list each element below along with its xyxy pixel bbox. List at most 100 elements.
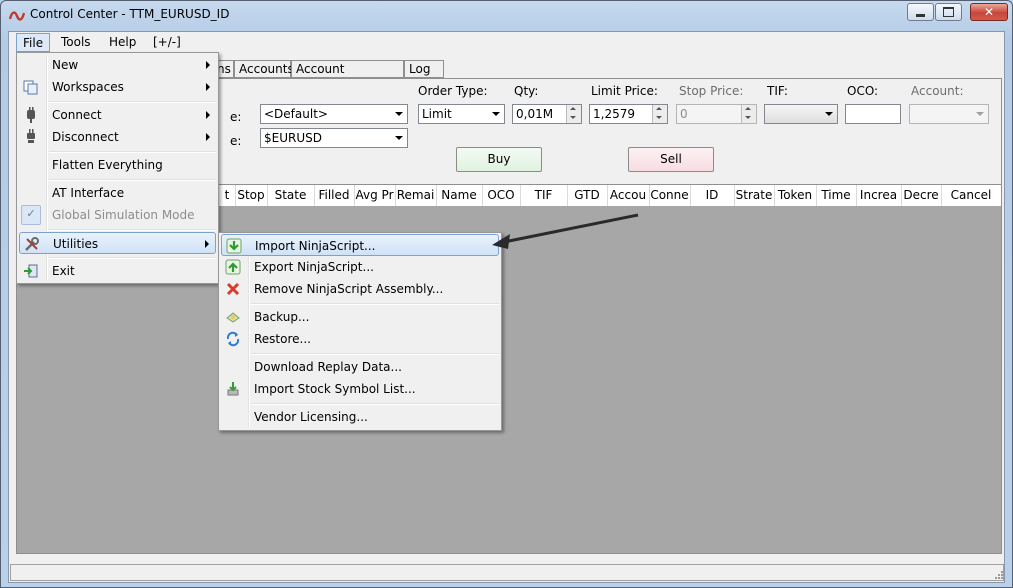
- buy-button[interactable]: Buy: [456, 147, 542, 172]
- menu-item-label: Disconnect: [52, 130, 119, 144]
- menu-toggle[interactable]: [+/-]: [147, 33, 187, 52]
- menu-item-download-replay-data[interactable]: Download Replay Data...: [221, 356, 499, 378]
- limit-price-stepper[interactable]: 1,2579: [589, 104, 668, 124]
- close-icon: ✕: [983, 5, 995, 19]
- tab-account-performance[interactable]: Account Performance: [291, 60, 404, 92]
- spinner-arrows-icon[interactable]: [566, 105, 581, 123]
- column-header-strategy[interactable]: Strate: [734, 185, 775, 206]
- menu-item-vendor-licensing[interactable]: Vendor Licensing...: [221, 406, 499, 428]
- minimize-button[interactable]: [907, 3, 934, 21]
- maximize-icon: [943, 7, 954, 17]
- limit-price-value: 1,2579: [593, 107, 635, 121]
- column-header-id[interactable]: ID: [690, 185, 735, 206]
- maximize-button[interactable]: [935, 3, 962, 21]
- menu-item-label: Remove NinjaScript Assembly...: [254, 282, 444, 296]
- tools-icon: [25, 237, 39, 251]
- menu-item-backup[interactable]: Backup...: [221, 306, 499, 328]
- menu-item-label: Import NinjaScript...: [255, 239, 376, 253]
- column-header-token[interactable]: Token: [774, 185, 817, 206]
- resize-grip-icon[interactable]: [993, 569, 1003, 579]
- submenu-arrow-icon: [206, 133, 210, 141]
- chevron-down-icon: [976, 112, 984, 116]
- oco-input[interactable]: [845, 104, 901, 124]
- column-header-increase[interactable]: Increa: [856, 185, 902, 206]
- column-header-remaining[interactable]: Remai: [395, 185, 437, 206]
- menu-item-utilities[interactable]: Utilities: [19, 232, 216, 254]
- tif-label: TIF:: [767, 84, 788, 98]
- menu-separator: [251, 353, 499, 355]
- menu-item-exit[interactable]: Exit: [19, 260, 216, 282]
- tab-log[interactable]: Log: [404, 60, 444, 78]
- menu-item-label: Utilities: [53, 237, 99, 251]
- window-title: Control Center - TTM_EURUSD_ID: [30, 7, 230, 21]
- annotation-arrow: [492, 213, 639, 249]
- exit-icon: [24, 264, 38, 278]
- strategy-select[interactable]: <Default>: [260, 104, 408, 124]
- column-header-name[interactable]: Name: [436, 185, 483, 206]
- submenu-arrow-icon: [206, 61, 210, 69]
- limit-price-label: Limit Price:: [591, 84, 658, 98]
- menu-item-label: Connect: [52, 108, 102, 122]
- tif-select[interactable]: [764, 104, 838, 124]
- menu-item-label: New: [52, 58, 79, 72]
- oco-label: OCO:: [847, 84, 879, 98]
- menu-item-export-ninjascript[interactable]: Export NinjaScript...: [221, 256, 499, 278]
- column-header-decrease[interactable]: Decre: [901, 185, 942, 206]
- chevron-down-icon: [395, 136, 403, 140]
- backup-icon: [226, 312, 240, 323]
- menu-item-label: Import Stock Symbol List...: [254, 382, 416, 396]
- menu-help[interactable]: Help: [103, 33, 142, 52]
- menu-item-remove-ninjascript-assembly[interactable]: Remove NinjaScript Assembly...: [221, 278, 499, 300]
- column-header-state[interactable]: State: [267, 185, 315, 206]
- order-type-select[interactable]: Limit: [418, 104, 505, 124]
- menu-tools[interactable]: Tools: [55, 33, 97, 52]
- instrument-select[interactable]: $EURUSD: [260, 128, 408, 148]
- menu-item-label: Export NinjaScript...: [254, 260, 374, 274]
- column-header-oco[interactable]: OCO: [482, 185, 521, 206]
- menu-item-label: Exit: [52, 264, 75, 278]
- menu-item-global-simulation-mode: ✓ Global Simulation Mode: [19, 204, 216, 226]
- stop-price-label: Stop Price:: [679, 84, 744, 98]
- order-type-value: Limit: [422, 107, 452, 121]
- submenu-arrow-icon: [206, 111, 210, 119]
- menu-item-connect[interactable]: Connect: [19, 104, 216, 126]
- disconnect-plug-icon: [27, 129, 35, 143]
- menu-item-import-stock-symbol-list[interactable]: Import Stock Symbol List...: [221, 378, 499, 400]
- qty-stepper[interactable]: 0,01M: [512, 104, 582, 124]
- tab-accounts[interactable]: Accounts: [234, 60, 294, 78]
- column-header-account[interactable]: Accou: [607, 185, 650, 206]
- menu-item-restore[interactable]: Restore...: [221, 328, 499, 350]
- column-header-filled[interactable]: Filled: [314, 185, 355, 206]
- ninjatrader-logo-icon: [9, 11, 25, 21]
- menu-item-workspaces[interactable]: Workspaces: [19, 76, 216, 98]
- sell-button[interactable]: Sell: [628, 147, 714, 172]
- menu-item-import-ninjascript[interactable]: Import NinjaScript...: [221, 234, 499, 256]
- close-button[interactable]: ✕: [970, 3, 1008, 21]
- column-header-avg-price[interactable]: Avg Pr: [354, 185, 396, 206]
- menu-item-disconnect[interactable]: Disconnect: [19, 126, 216, 148]
- menu-item-flatten-everything[interactable]: Flatten Everything: [19, 154, 216, 176]
- spinner-arrows-icon: [741, 105, 756, 123]
- column-header-time[interactable]: Time: [816, 185, 857, 206]
- chevron-down-icon: [492, 112, 500, 116]
- minimize-icon: [916, 13, 925, 17]
- menu-file[interactable]: File: [16, 33, 51, 52]
- column-header-connection[interactable]: Conne: [649, 185, 691, 206]
- connect-plug-icon: [27, 107, 35, 123]
- column-header-gtd[interactable]: GTD: [567, 185, 608, 206]
- import-arrow-icon: [226, 238, 242, 254]
- menu-separator: [49, 101, 216, 103]
- column-header-tif[interactable]: TIF: [520, 185, 568, 206]
- column-header-stop[interactable]: Stop: [235, 185, 268, 206]
- workspaces-icon: [23, 80, 38, 95]
- submenu-arrow-icon: [206, 83, 210, 91]
- instrument-select-value: $EURUSD: [264, 131, 322, 145]
- column-header-cancel[interactable]: Cancel: [941, 185, 1001, 206]
- strategy-select-value: <Default>: [264, 107, 328, 121]
- menu-item-at-interface[interactable]: AT Interface: [19, 182, 216, 204]
- menu-item-label: Restore...: [254, 332, 311, 346]
- column-header-type[interactable]: t: [219, 185, 236, 206]
- menu-separator: [251, 303, 499, 305]
- menu-item-new[interactable]: New: [19, 54, 216, 76]
- spinner-arrows-icon[interactable]: [652, 105, 667, 123]
